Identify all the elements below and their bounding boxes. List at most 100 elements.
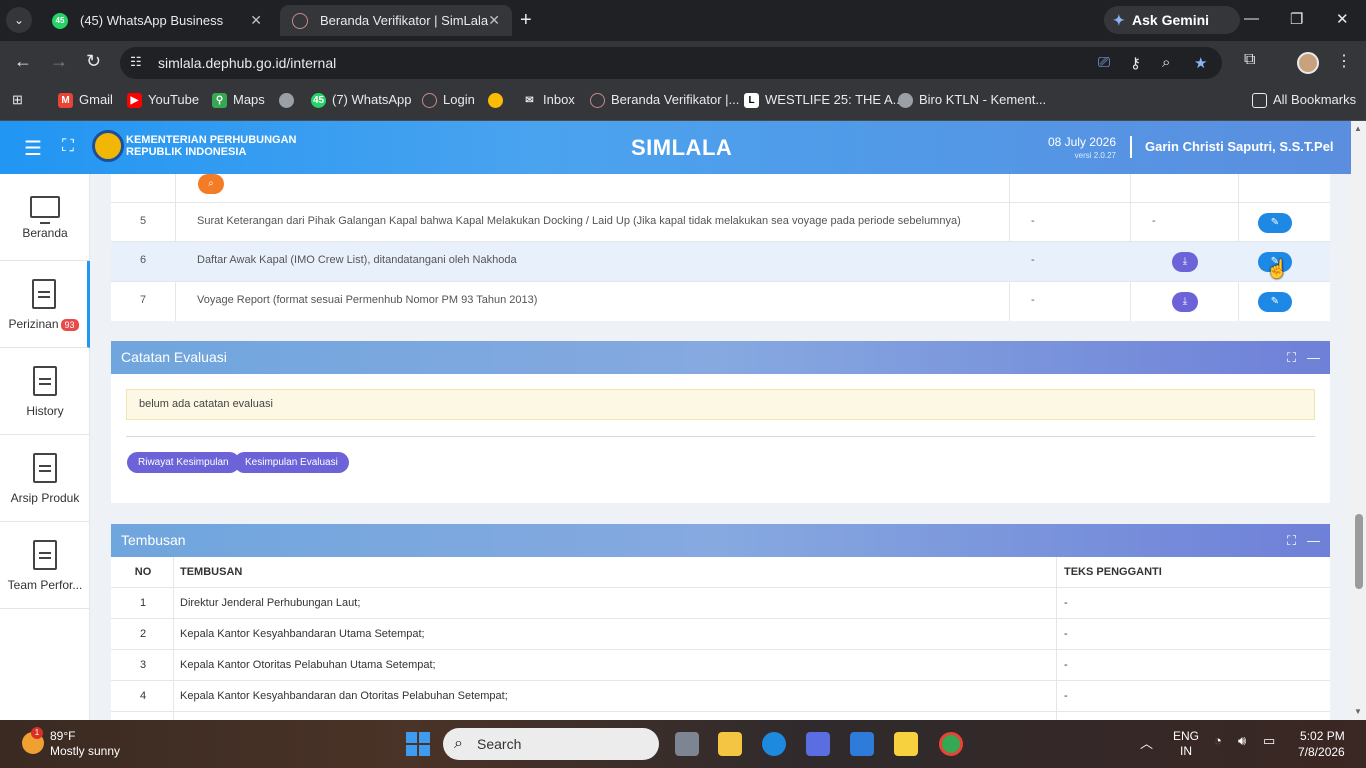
edit-button[interactable]: ✎ <box>1258 213 1292 233</box>
bookmark-star-icon[interactable]: ★ <box>1194 54 1207 72</box>
tab-whatsapp[interactable]: 45 (45) WhatsApp Business ✕ <box>40 5 274 36</box>
page-scrollbar[interactable]: ▲ ▼ <box>1351 121 1366 720</box>
tembusan-text: Kepala Kantor Kesyahbandaran Utama Setem… <box>180 628 425 640</box>
edge-icon[interactable] <box>762 732 786 756</box>
taskbar-clock[interactable]: 5:02 PM 7/8/2026 <box>1298 728 1345 760</box>
bookmark-beranda[interactable]: Beranda Verifikator |... <box>590 85 739 115</box>
riwayat-kesimpulan-button[interactable]: Riwayat Kesimpulan <box>127 452 240 473</box>
bookmark-westlife[interactable]: L WESTLIFE 25: THE A... <box>744 85 903 115</box>
table-row: 6 Daftar Awak Kapal (IMO Crew List), dit… <box>111 241 1330 281</box>
row-number: 1 <box>139 597 147 609</box>
close-tab-icon[interactable]: ✕ <box>488 5 500 36</box>
download-button[interactable]: ⤓ <box>1172 292 1198 312</box>
bookmark-gmail[interactable]: M Gmail <box>58 85 113 115</box>
bookmark-label: All Bookmarks <box>1273 92 1357 107</box>
collapse-icon[interactable]: — <box>1307 533 1320 548</box>
tab-simlala[interactable]: Beranda Verifikator | SimLala ✕ <box>280 5 512 36</box>
notification-badge: 93 <box>60 319 79 331</box>
app-icon[interactable] <box>806 732 830 756</box>
profile-avatar[interactable] <box>1297 52 1319 74</box>
collapse-icon[interactable]: — <box>1307 350 1320 365</box>
app-version: versi 2.0.27 <box>1074 151 1116 160</box>
camera-icon[interactable] <box>850 732 874 756</box>
scroll-down-icon[interactable]: ▼ <box>1354 707 1362 716</box>
edit-button[interactable]: ✎ <box>1258 292 1292 312</box>
battery-icon[interactable]: ▭ <box>1263 733 1275 749</box>
password-key-icon[interactable]: ⚷ <box>1130 54 1141 72</box>
bookmark-youtube[interactable]: ▶ YouTube <box>127 85 199 115</box>
reload-icon[interactable]: ↻ <box>86 51 101 72</box>
mail-icon: ✉ <box>525 95 534 107</box>
search-icon[interactable]: ⌕ <box>198 174 224 194</box>
weather-widget[interactable]: 89°F Mostly sunny <box>50 729 120 759</box>
wifi-icon[interactable]: ◔ <box>1214 733 1222 748</box>
expand-icon[interactable]: ⛶ <box>1287 350 1296 365</box>
taskbar-search[interactable]: ⌕ Search <box>443 728 659 760</box>
user-name[interactable]: Garin Christi Saputri, S.S.T.Pel <box>1145 139 1334 154</box>
bookmark-label: (7) WhatsApp <box>332 92 412 107</box>
clock-time: 5:02 PM <box>1300 729 1345 743</box>
minimize-icon[interactable]: — <box>1244 10 1259 27</box>
globe-icon <box>292 13 308 29</box>
forward-icon[interactable]: → <box>50 51 68 72</box>
hamburger-menu-icon[interactable]: ☰ <box>24 136 42 161</box>
chrome-menu-icon[interactable]: ⋮ <box>1336 51 1352 71</box>
bookmark-biro-ktln[interactable]: Biro KTLN - Kement... <box>898 85 1046 115</box>
volume-icon[interactable]: 🔊︎ <box>1238 733 1246 749</box>
clock-date: 7/8/2026 <box>1298 745 1345 759</box>
ask-gemini-button[interactable]: ✦ Ask Gemini <box>1104 6 1240 34</box>
bookmark-inbox[interactable]: ✉ Inbox <box>522 85 575 115</box>
maximize-icon[interactable]: ❐ <box>1290 10 1303 28</box>
cell-value: - <box>1031 294 1035 306</box>
bookmark-label: Login <box>443 92 475 107</box>
file-explorer-icon[interactable] <box>718 732 742 756</box>
url-text: simlala.dephub.go.id/internal <box>158 55 337 71</box>
document-icon <box>33 453 57 483</box>
whatsapp-icon: 45 <box>311 93 326 109</box>
evaluation-note: belum ada catatan evaluasi <box>126 389 1315 420</box>
sidebar-item-perizinan[interactable]: Perizinan 93 <box>0 261 90 348</box>
chrome-icon[interactable] <box>939 732 963 756</box>
bookmark-whatsapp[interactable]: 45 (7) WhatsApp <box>311 85 411 115</box>
bookmark-maps[interactable]: ⚲ Maps <box>212 85 265 115</box>
browser-tab-strip: ⌄ 45 (45) WhatsApp Business ✕ Beranda Ve… <box>0 0 1366 41</box>
bookmark-label: YouTube <box>148 92 200 107</box>
bookmark-login[interactable]: Login <box>422 85 475 115</box>
task-view-icon[interactable] <box>675 732 699 756</box>
sidebar-item-label: Beranda <box>22 226 68 240</box>
new-tab-button[interactable]: + <box>520 8 532 32</box>
zoom-icon[interactable]: ⌕ <box>1162 54 1170 71</box>
windows-start-icon[interactable] <box>406 732 430 756</box>
maps-pin-icon: ⚲ <box>212 93 227 109</box>
weather-description: Mostly sunny <box>50 744 121 758</box>
scroll-up-icon[interactable]: ▲ <box>1354 124 1362 133</box>
kesimpulan-evaluasi-button[interactable]: Kesimpulan Evaluasi <box>234 452 349 473</box>
download-button[interactable]: ⤓ <box>1172 252 1198 272</box>
card-header: Tembusan ⛶ — <box>111 524 1330 557</box>
globe-icon <box>590 93 605 109</box>
bookmark-globe[interactable] <box>279 85 300 115</box>
gemini-label: Ask Gemini <box>1132 12 1210 28</box>
extensions-icon[interactable]: ⧉ <box>1244 51 1255 69</box>
sidebar-item-team-performance[interactable]: Team Perfor... <box>0 522 90 609</box>
language-indicator[interactable]: ENG IN <box>1173 729 1199 759</box>
site-info-icon[interactable]: ☷ <box>130 54 142 70</box>
close-tab-icon[interactable]: ✕ <box>250 5 262 36</box>
back-icon[interactable]: ← <box>14 51 32 72</box>
scrollbar-thumb[interactable] <box>1355 514 1363 589</box>
table-header: NO TEMBUSAN TEKS PENGGANTI <box>111 557 1330 588</box>
tab-search-icon[interactable]: ⌄ <box>6 7 32 33</box>
install-app-icon[interactable]: ⎚ <box>1098 54 1110 71</box>
sidebar-item-arsip-produk[interactable]: Arsip Produk <box>0 435 90 522</box>
sticky-notes-icon[interactable] <box>894 732 918 756</box>
sidebar-item-history[interactable]: History <box>0 348 90 435</box>
expand-icon[interactable]: ⛶ <box>1287 533 1296 548</box>
bookmark-pinwheel[interactable] <box>488 85 509 115</box>
close-window-icon[interactable]: ✕ <box>1336 10 1349 28</box>
sidebar-item-beranda[interactable]: Beranda <box>0 174 90 261</box>
show-hidden-icons[interactable]: ︿ <box>1140 733 1153 752</box>
all-bookmarks[interactable]: All Bookmarks <box>1252 85 1356 115</box>
address-bar[interactable]: ☷ simlala.dephub.go.id/internal ⎚ ⚷ ⌕ ★ <box>120 47 1222 79</box>
apps-grid-icon[interactable]: ⊞ <box>12 85 23 115</box>
fullscreen-icon[interactable]: ⛶ <box>62 136 74 156</box>
